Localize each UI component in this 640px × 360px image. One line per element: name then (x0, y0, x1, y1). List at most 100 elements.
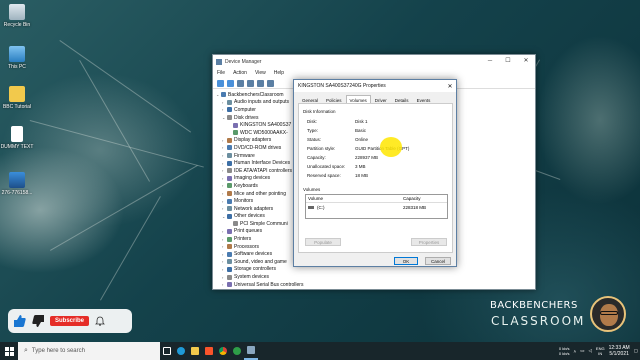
dialog-titlebar[interactable]: KINGSTON SA400S37240G Properties ✕ (294, 80, 456, 92)
desktop-icon-dummy-text[interactable]: DUMMY TEXT (0, 126, 34, 150)
taskbar-brave[interactable] (202, 342, 216, 360)
tree-item[interactable]: › System devices (216, 273, 532, 281)
volumes-label: Volumes (303, 187, 321, 192)
help-icon[interactable] (257, 79, 264, 87)
tab-strip: General Policies Volumes Driver Details … (294, 92, 456, 103)
chrome-icon (219, 347, 227, 355)
ok-button[interactable]: OK (394, 257, 418, 265)
tree-item-label: IDE ATA/ATAPI controllers (234, 167, 292, 174)
disk-properties-dialog[interactable]: KINGSTON SA400S37240G Properties ✕ Gener… (293, 79, 457, 267)
volumes-table[interactable]: Volume Capacity (C:) 228318 MB (305, 194, 448, 219)
maximize-button[interactable]: ☐ (499, 55, 517, 68)
tab-events[interactable]: Events (413, 95, 435, 103)
tree-item-label: Sound, video and game (234, 258, 287, 265)
device-icon (227, 145, 232, 151)
brand-title: BACKBENCHERS (490, 300, 578, 311)
update-driver-icon[interactable] (247, 79, 254, 87)
tree-item-label: Software devices (234, 251, 273, 258)
device-manager-icon (247, 346, 255, 354)
menu-bar: File Action View Help (213, 68, 535, 78)
device-icon (227, 206, 232, 212)
taskbar-explorer[interactable] (188, 342, 202, 360)
tab-policies[interactable]: Policies (322, 95, 346, 103)
back-icon[interactable] (217, 79, 224, 87)
tree-item-label: Storage controllers (234, 266, 276, 273)
tree-item-label: KINGSTON SA400S37 (240, 122, 292, 129)
image-file-icon (9, 172, 25, 188)
tree-item-label: Print queues (234, 228, 263, 235)
task-view-icon (163, 347, 171, 355)
device-icon (227, 266, 232, 272)
field-status: Status: Online (307, 137, 369, 142)
menu-action[interactable]: Action (233, 70, 247, 76)
folder-icon (9, 86, 25, 102)
notification-icon[interactable]: ▢ (634, 348, 638, 354)
subscribe-button[interactable]: Subscribe (50, 316, 90, 326)
menu-file[interactable]: File (217, 70, 225, 76)
disk-information-label: Disk Information (303, 109, 336, 114)
tree-item-label: PCI Simple Communi (240, 220, 288, 227)
tree-item-label: WDC WD5000AAKX- (240, 129, 288, 136)
scan-hardware-icon[interactable] (267, 79, 274, 87)
desktop-icon-this-pc[interactable]: This PC (0, 46, 34, 70)
table-row[interactable]: (C:) 228318 MB (306, 203, 447, 211)
tree-item-label: Display adapters (234, 137, 272, 144)
device-icon (221, 92, 226, 98)
task-view-button[interactable] (160, 342, 174, 360)
device-icon (227, 259, 232, 265)
device-icon (227, 107, 232, 113)
dialog-close-button[interactable]: ✕ (444, 83, 456, 90)
cancel-button[interactable]: Cancel (425, 257, 451, 265)
device-manager-titlebar[interactable]: Device Manager ─ ☐ ✕ (213, 55, 535, 68)
column-volume: Volume (308, 196, 324, 201)
chevron-up-icon[interactable]: ˄ (574, 349, 577, 354)
menu-help[interactable]: Help (274, 70, 284, 76)
taskbar-search[interactable]: ⌕ Type here to search (18, 342, 160, 360)
taskbar-chrome[interactable] (216, 342, 230, 360)
tree-item-label: Disk drives (234, 114, 259, 121)
like-icon[interactable] (14, 315, 26, 327)
computer-icon (9, 46, 25, 62)
dislike-icon[interactable] (32, 315, 44, 327)
device-manager-icon (216, 58, 222, 65)
network-icon[interactable]: ▭ (580, 348, 584, 354)
desktop-icon-bbc-tutorial[interactable]: BBC Tutorial (0, 86, 34, 110)
network-speed: 0 kb/s 0 kb/s (558, 346, 570, 356)
device-icon (227, 236, 232, 242)
language-indicator[interactable]: ENG IN (596, 346, 605, 356)
device-icon (227, 213, 232, 219)
minimize-button[interactable]: ─ (481, 55, 499, 68)
forward-icon[interactable] (227, 79, 234, 87)
avatar (590, 296, 626, 332)
field-type: Type: Basic (307, 128, 367, 133)
populate-button[interactable]: Populate (305, 238, 341, 246)
clock[interactable]: 12:33 AM 5/1/2021 (609, 345, 630, 357)
tree-item-label: Network adapters (234, 205, 274, 212)
close-button[interactable]: ✕ (517, 55, 535, 68)
bell-icon[interactable] (95, 316, 105, 326)
volume-icon[interactable]: ◁ (588, 348, 591, 354)
volume-properties-button[interactable]: Properties (411, 238, 447, 246)
tree-item[interactable]: › Universal Serial Bus controllers (216, 281, 532, 289)
device-icon (233, 221, 238, 227)
desktop-icon-recycle-bin[interactable]: Recycle Bin (0, 4, 34, 28)
tree-item-label: Other devices (234, 213, 265, 220)
tab-details[interactable]: Details (391, 95, 413, 103)
taskbar-edge[interactable] (174, 342, 188, 360)
menu-view[interactable]: View (255, 70, 266, 76)
tree-item-label: Firmware (234, 152, 255, 159)
device-icon (227, 274, 232, 280)
taskbar-app-green[interactable] (230, 342, 244, 360)
start-button[interactable] (0, 342, 18, 360)
tab-volumes[interactable]: Volumes (345, 95, 371, 103)
field-disk: Disk: Disk 1 (307, 119, 368, 124)
desktop-icon-file[interactable]: 276-776158... (0, 172, 34, 196)
properties-icon[interactable] (237, 79, 244, 87)
taskbar-device-manager[interactable] (244, 342, 258, 360)
tab-driver[interactable]: Driver (371, 95, 391, 103)
drive-icon (308, 205, 314, 209)
youtube-subscribe-overlay: Subscribe (8, 309, 132, 333)
device-icon (227, 183, 232, 189)
brave-icon (205, 347, 213, 355)
tab-general[interactable]: General (298, 95, 322, 103)
